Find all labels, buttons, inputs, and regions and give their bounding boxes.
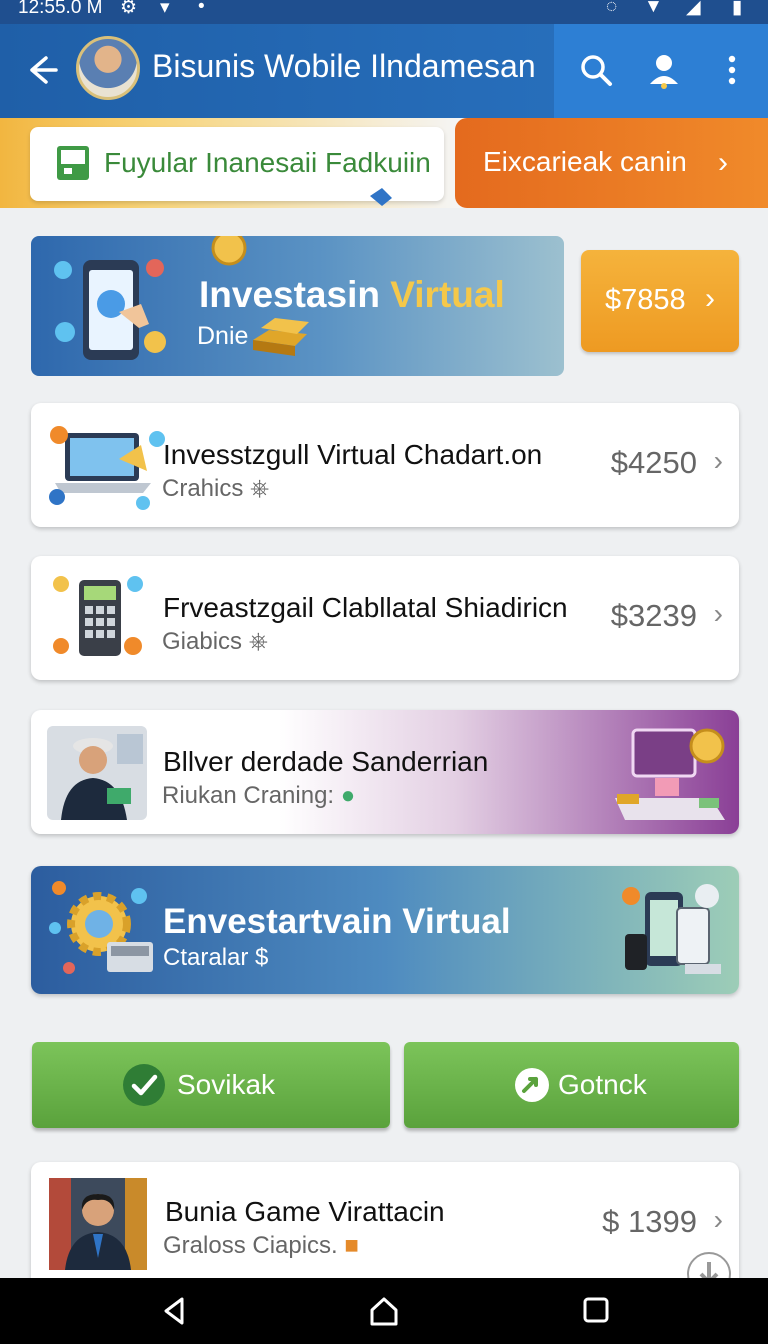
status-bar: 12:55.0 M ⚙ ▾ • ◌ ▼ ◢ ▮ xyxy=(0,0,768,24)
item-title: Bllver derdade Sanderrian xyxy=(163,746,489,777)
status-time: 12:55.0 M xyxy=(18,0,103,18)
wallet-icon xyxy=(57,146,89,180)
list-item[interactable]: Bllver derdade Sanderrian Riukan Craning… xyxy=(31,710,739,834)
search-icon[interactable] xyxy=(576,50,616,90)
play-icon: ● xyxy=(340,782,356,809)
gotnck-button[interactable]: Gotnck xyxy=(404,1042,739,1128)
cell-icon: ◢ xyxy=(686,0,701,18)
badge-icon: ■ xyxy=(344,1232,359,1259)
badge-icon: ⎈ xyxy=(250,475,270,502)
check-icon xyxy=(123,1064,165,1106)
item-subtitle: Giabics ⎈ xyxy=(162,628,268,656)
item-subtitle-text: Riukan Craning: xyxy=(162,782,335,809)
item-title: Bunia Game Virattacin xyxy=(165,1196,445,1227)
more-vert-icon[interactable] xyxy=(712,50,752,90)
hero-price: $7858 xyxy=(605,284,686,316)
badge-icon: ⎈ xyxy=(248,628,268,655)
notification-icon: ⚙ xyxy=(120,0,138,18)
promo-button-label: Eixcarieak canin xyxy=(483,146,687,177)
item-subtitle-text: Graloss Ciapics. xyxy=(163,1232,338,1259)
list-item[interactable]: Envestartvain Virtual Ctaralar $ xyxy=(31,866,739,994)
chevron-right-icon: › xyxy=(713,598,723,629)
dot-icon: • xyxy=(198,0,205,17)
hero-title-highlight: Virtual xyxy=(390,274,505,315)
list-item[interactable]: Invesstzgull Virtual Chadart.on Crahics … xyxy=(31,403,739,527)
hero-title: Investasin Virtual xyxy=(199,274,505,316)
item-title: Invesstzgull Virtual Chadart.on xyxy=(163,439,543,470)
devices-illustration xyxy=(622,884,721,974)
sovikak-label: Sovikak xyxy=(177,1069,276,1100)
chevron-right-icon: › xyxy=(705,282,715,315)
gold-bars-icon xyxy=(253,318,309,356)
list-item[interactable]: Frveastzgail Clabllatal Shiadiricn Giabi… xyxy=(31,556,739,680)
chevron-right-icon: › xyxy=(713,445,723,476)
keyboard-illustration xyxy=(615,728,725,820)
system-nav-bar xyxy=(0,1278,768,1344)
hero-title-main: Investasin xyxy=(199,274,391,315)
person-photo xyxy=(49,1178,147,1270)
page-title: Bisunis Wobile Ilndamesan xyxy=(152,48,536,84)
app-bar: Bisunis Wobile Ilndamesan xyxy=(0,24,768,118)
item-price: $ 1399 xyxy=(602,1204,697,1239)
profile-icon[interactable] xyxy=(644,50,684,90)
laptop-illustration xyxy=(49,426,165,510)
phone-illustration xyxy=(54,259,166,360)
hero-subtitle: Dnie xyxy=(197,322,249,350)
person-photo xyxy=(47,726,147,820)
item-title: Frveastzgail Clabllatal Shiadiricn xyxy=(163,592,568,623)
sovikak-button[interactable]: Sovikak xyxy=(32,1042,390,1128)
pin-icon xyxy=(370,188,392,206)
avatar[interactable] xyxy=(76,36,140,100)
gear-illustration xyxy=(49,881,153,974)
item-subtitle: Graloss Ciapics. ■ xyxy=(163,1232,359,1260)
chevron-right-icon: › xyxy=(713,1204,723,1235)
signal-icon: ▼ xyxy=(644,0,663,17)
coin-icon xyxy=(211,236,247,266)
item-subtitle-text: Crahics xyxy=(162,475,244,502)
item-subtitle: Riukan Craning: ● xyxy=(162,782,355,810)
wifi-icon: ▾ xyxy=(160,0,170,18)
item-subtitle: Crahics ⎈ xyxy=(162,475,269,503)
item-subtitle-text: Giabics xyxy=(162,628,243,655)
hero-banner[interactable]: Investasin Virtual Dnie xyxy=(31,236,564,376)
item-price: $3239 xyxy=(610,598,697,633)
nav-home-icon[interactable] xyxy=(368,1296,400,1326)
nav-recents-icon[interactable] xyxy=(582,1296,610,1324)
refresh-icon xyxy=(515,1068,549,1102)
battery-icon: ▮ xyxy=(732,0,743,18)
back-arrow-icon[interactable] xyxy=(22,50,62,90)
item-subtitle: Ctaralar $ xyxy=(163,944,269,971)
mute-icon: ◌ xyxy=(606,0,618,17)
promo-input-text: Fuyular Inanesaii Fadkuiin xyxy=(104,147,431,178)
item-price: $4250 xyxy=(610,445,697,480)
hero-price-button[interactable]: $7858 › xyxy=(581,250,739,352)
calculator-illustration xyxy=(53,576,143,656)
gotnck-label: Gotnck xyxy=(558,1069,647,1100)
promo-button[interactable]: Eixcarieak canin › xyxy=(455,118,768,208)
chevron-right-icon: › xyxy=(718,146,728,179)
nav-back-icon[interactable] xyxy=(160,1296,190,1326)
item-title: Envestartvain Virtual xyxy=(163,902,511,941)
